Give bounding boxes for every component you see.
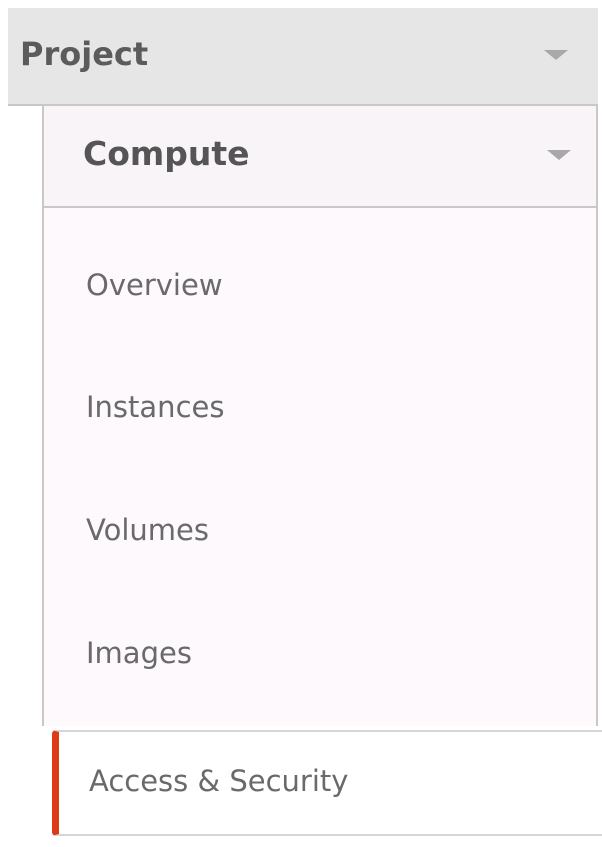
sidebar-item-volumes[interactable]: Volumes <box>86 513 209 547</box>
compute-section-label: Compute <box>83 134 250 173</box>
compute-section-toggle[interactable]: Compute <box>44 106 596 208</box>
sidebar-item-label: Access & Security <box>89 764 349 798</box>
sidebar-item-images[interactable]: Images <box>86 636 192 670</box>
sidebar-item-instances[interactable]: Instances <box>86 390 224 424</box>
project-section-label: Project <box>20 35 149 73</box>
sidebar-item-overview[interactable]: Overview <box>86 268 223 302</box>
chevron-down-icon <box>544 50 568 60</box>
sidebar-nav: Project Compute Overview Instances Volum… <box>8 8 602 847</box>
chevron-down-icon <box>547 150 571 160</box>
project-section-toggle[interactable]: Project <box>8 8 598 106</box>
sidebar-item-access-security[interactable]: Access & Security <box>52 730 602 836</box>
compute-panel: Compute Overview Instances Volumes Image… <box>42 106 598 726</box>
